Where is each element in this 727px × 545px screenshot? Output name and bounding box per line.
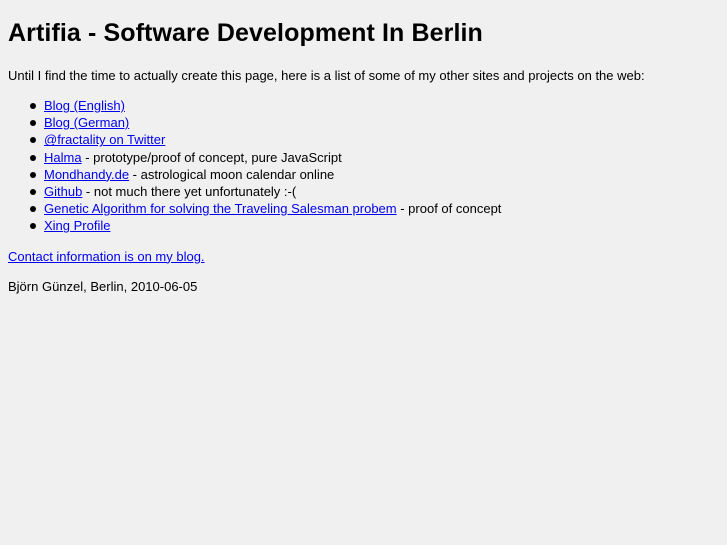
blog-german-link[interactable]: Blog (German) [44, 115, 129, 130]
list-item-github: Github - not much there yet unfortunatel… [30, 183, 719, 200]
signature-text: Björn Günzel, Berlin, 2010-06-05 [8, 278, 198, 294]
bullet-icon [30, 171, 36, 178]
list-item-blog-english: Blog (English) [30, 97, 719, 114]
list-item-blog-german: Blog (German) [30, 114, 719, 131]
list-item-description: - prototype/proof of concept, pure JavaS… [81, 149, 342, 165]
bullet-icon [30, 189, 36, 196]
xing-profile-link[interactable]: Xing Profile [44, 218, 110, 233]
list-item-twitter: @fractality on Twitter [30, 131, 719, 148]
bullet-icon [30, 103, 36, 109]
list-item-description: - proof of concept [396, 201, 502, 217]
bullet-icon [30, 223, 36, 230]
twitter-link[interactable]: @fractality on Twitter [44, 132, 165, 147]
halma-link[interactable]: Halma [44, 150, 82, 165]
list-item-mondhandy: Mondhandy.de - astrological moon calenda… [30, 166, 719, 183]
bullet-icon [30, 154, 36, 161]
list-item-description: - not much there yet unfortunately :-( [82, 184, 297, 200]
genetic-algorithm-link[interactable]: Genetic Algorithm for solving the Travel… [44, 201, 397, 216]
list-item-halma: Halma - prototype/proof of concept, pure… [30, 149, 719, 166]
page-title: Artifia - Software Development In Berlin [8, 19, 483, 47]
list-item-genetic-algorithm: Genetic Algorithm for solving the Travel… [30, 200, 719, 217]
blog-english-link[interactable]: Blog (English) [44, 98, 125, 113]
list-item-description: - astrological moon calendar online [129, 166, 335, 182]
contact-paragraph: Contact information is on my blog. [8, 248, 719, 265]
project-links-list: Blog (English) Blog (German) @fractality… [8, 97, 719, 235]
bullet-icon [30, 137, 36, 144]
bullet-icon [30, 120, 36, 127]
github-link[interactable]: Github [44, 184, 82, 199]
contact-link[interactable]: Contact information is on my blog. [8, 249, 205, 264]
bullet-icon [30, 206, 36, 213]
intro-text: Until I find the time to actually create… [8, 68, 645, 83]
mondhandy-link[interactable]: Mondhandy.de [44, 167, 129, 182]
list-item-xing: Xing Profile [30, 217, 719, 234]
